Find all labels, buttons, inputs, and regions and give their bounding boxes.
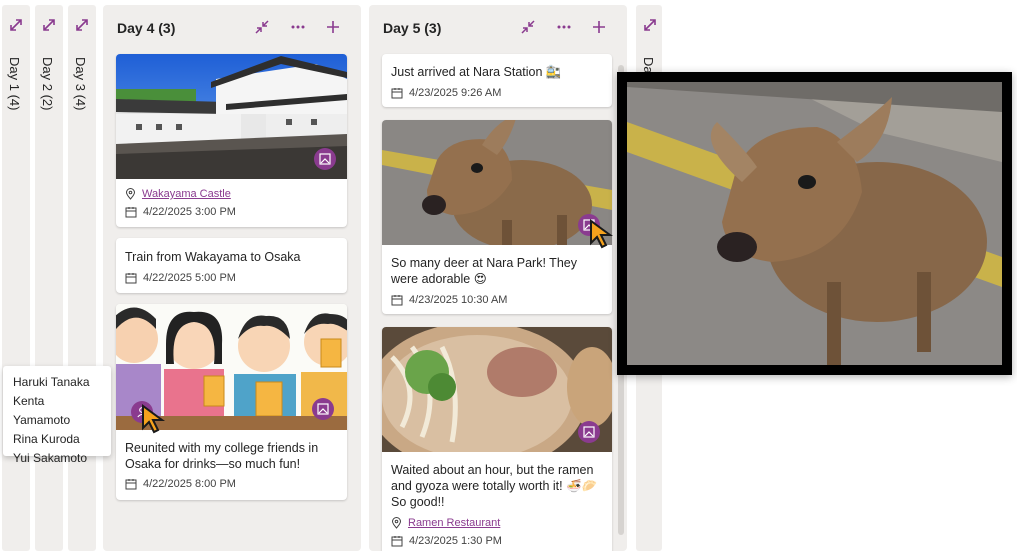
cursor-icon — [590, 219, 614, 249]
card-text: Train from Wakayama to Osaka — [125, 250, 301, 264]
date-row: 4/23/2025 9:26 AM — [391, 87, 501, 99]
collapsed-column-day3[interactable]: Day 3 (4) — [68, 5, 96, 551]
card-friends[interactable]: Reunited with my college friends in Osak… — [116, 304, 347, 500]
expand-icon[interactable] — [640, 15, 660, 35]
person-name: Kenta Yamamoto — [13, 394, 71, 427]
castle-photo[interactable] — [116, 54, 347, 179]
calendar-icon — [391, 536, 403, 547]
card-text: Reunited with my college friends in Osak… — [125, 441, 319, 471]
image-preview-popup — [617, 72, 1012, 375]
location-icon — [391, 517, 402, 529]
column-title: Day 5 (3) — [383, 20, 442, 36]
location-link[interactable]: Ramen Restaurant — [408, 517, 500, 529]
collapse-icon[interactable] — [252, 17, 272, 37]
people-popup: Haruki Tanaka Kenta Yamamoto Rina Kuroda… — [3, 366, 111, 465]
card-train[interactable]: Train from Wakayama to Osaka 4/22/2025 5… — [116, 238, 347, 293]
card-datetime: 4/22/2025 8:00 PM — [143, 478, 236, 490]
add-icon[interactable] — [323, 17, 343, 37]
deer-preview-photo — [627, 82, 1002, 365]
location-icon — [125, 188, 136, 200]
card-datetime: 4/22/2025 3:00 PM — [143, 206, 236, 218]
column-day4: Day 4 (3) Wakayama Castle 4/22/2025 3:00… — [103, 5, 361, 551]
calendar-icon — [125, 207, 137, 218]
location-row: Wakayama Castle — [125, 188, 231, 200]
expand-icon[interactable] — [6, 15, 26, 35]
calendar-icon — [125, 273, 137, 284]
image-icon[interactable] — [578, 421, 600, 443]
card-nara-station[interactable]: Just arrived at Nara Station 🚉 4/23/2025… — [382, 54, 612, 107]
location-link[interactable]: Wakayama Castle — [142, 188, 231, 200]
expand-icon[interactable] — [39, 15, 59, 35]
image-icon[interactable] — [314, 148, 336, 170]
column-label: Day 2 (2) — [40, 57, 55, 111]
cursor-icon — [142, 404, 166, 434]
column-title: Day 4 (3) — [117, 20, 176, 36]
image-icon[interactable] — [312, 398, 334, 420]
card-wakayama-castle[interactable]: Wakayama Castle 4/22/2025 3:00 PM — [116, 54, 347, 227]
collapsed-column-day1[interactable]: Day 1 (4) — [2, 5, 30, 551]
location-row: Ramen Restaurant — [391, 517, 500, 529]
column-label: Day 1 (4) — [7, 57, 22, 111]
column-header: Day 4 (3) — [103, 5, 361, 50]
column-header: Day 5 (3) — [369, 5, 627, 50]
calendar-icon — [391, 295, 403, 306]
card-datetime: 4/22/2025 5:00 PM — [143, 272, 236, 284]
more-icon[interactable] — [554, 17, 574, 37]
card-text: Waited about an hour, but the ramen and … — [391, 463, 598, 509]
person-name: Haruki Tanaka — [13, 375, 90, 389]
person-name: Yui Sakamoto — [13, 451, 88, 465]
column-label: Day 3 (4) — [73, 57, 88, 111]
date-row: 4/23/2025 10:30 AM — [391, 294, 507, 306]
date-row: 4/22/2025 3:00 PM — [125, 206, 236, 218]
card-text: Just arrived at Nara Station 🚉 — [391, 65, 562, 79]
card-ramen[interactable]: Waited about an hour, but the ramen and … — [382, 327, 612, 551]
more-icon[interactable] — [288, 17, 308, 37]
date-row: 4/22/2025 5:00 PM — [125, 272, 236, 284]
card-datetime: 4/23/2025 1:30 PM — [409, 535, 502, 547]
collapse-icon[interactable] — [518, 17, 538, 37]
card-datetime: 4/23/2025 10:30 AM — [409, 294, 508, 306]
calendar-icon — [125, 479, 137, 490]
column-day5: Day 5 (3) Just arrived at Nara Station 🚉… — [369, 5, 627, 551]
calendar-icon — [391, 88, 403, 99]
collapsed-column-day2[interactable]: Day 2 (2) — [35, 5, 63, 551]
card-deer[interactable]: So many deer at Nara Park! They were ado… — [382, 120, 612, 314]
expand-icon[interactable] — [72, 15, 92, 35]
date-row: 4/22/2025 8:00 PM — [125, 478, 236, 490]
date-row: 4/23/2025 1:30 PM — [391, 535, 502, 547]
add-icon[interactable] — [589, 17, 609, 37]
person-name: Rina Kuroda — [13, 432, 80, 446]
card-text: So many deer at Nara Park! They were ado… — [391, 256, 577, 286]
card-datetime: 4/23/2025 9:26 AM — [409, 87, 502, 99]
